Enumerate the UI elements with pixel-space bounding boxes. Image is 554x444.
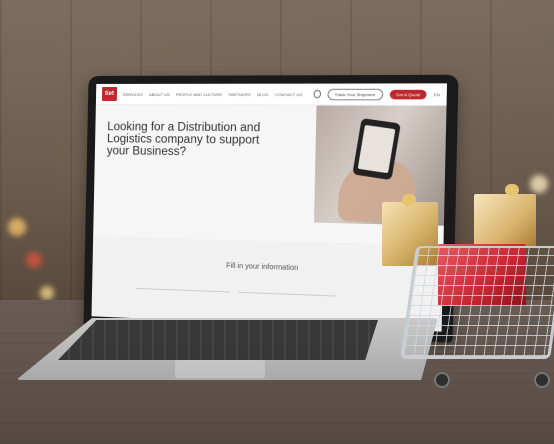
keyboard	[58, 320, 378, 360]
track-shipment-button[interactable]: Track Your Shipment	[327, 88, 383, 100]
hero-title: Looking for a Distribution and Logistics…	[106, 121, 261, 159]
trackpad	[175, 360, 265, 378]
hero-copy: Looking for a Distribution and Logistics…	[106, 115, 271, 170]
site-logo[interactable]: tiet	[101, 86, 117, 102]
bokeh-light	[530, 175, 548, 193]
hero-body-text	[106, 167, 270, 169]
cart-wheel	[534, 372, 550, 388]
shopping-cart	[400, 246, 554, 359]
text-field-underline[interactable]	[238, 291, 337, 297]
site-navbar: tiet SERVICES ABOUT US PEOPLE AND CULTUR…	[95, 83, 448, 106]
cart-wheel	[434, 372, 450, 388]
hero-footnote	[106, 167, 270, 169]
nav-item[interactable]: CONTACT US	[275, 91, 302, 96]
text-field-underline[interactable]	[135, 287, 230, 293]
nav-item[interactable]: ABOUT US	[149, 91, 170, 96]
ribbon-bow	[505, 184, 519, 196]
nav-item[interactable]: PARTNERS	[228, 91, 250, 96]
nav-item[interactable]: SERVICES	[123, 91, 143, 96]
search-icon[interactable]	[313, 89, 321, 99]
bokeh-light	[26, 252, 42, 268]
ribbon-bow	[402, 194, 416, 206]
bokeh-light	[8, 218, 26, 236]
bokeh-light	[40, 286, 54, 300]
gift-box-gold	[474, 194, 536, 248]
photo-scene: tiet SERVICES ABOUT US PEOPLE AND CULTUR…	[0, 0, 554, 444]
nav-item[interactable]: PEOPLE AND CULTURE	[176, 91, 222, 96]
language-selector[interactable]: EN	[434, 91, 440, 96]
nav-item[interactable]: BLOG	[257, 91, 269, 96]
breadcrumb	[108, 115, 272, 116]
get-quote-button[interactable]: Get A Quote	[389, 89, 428, 99]
